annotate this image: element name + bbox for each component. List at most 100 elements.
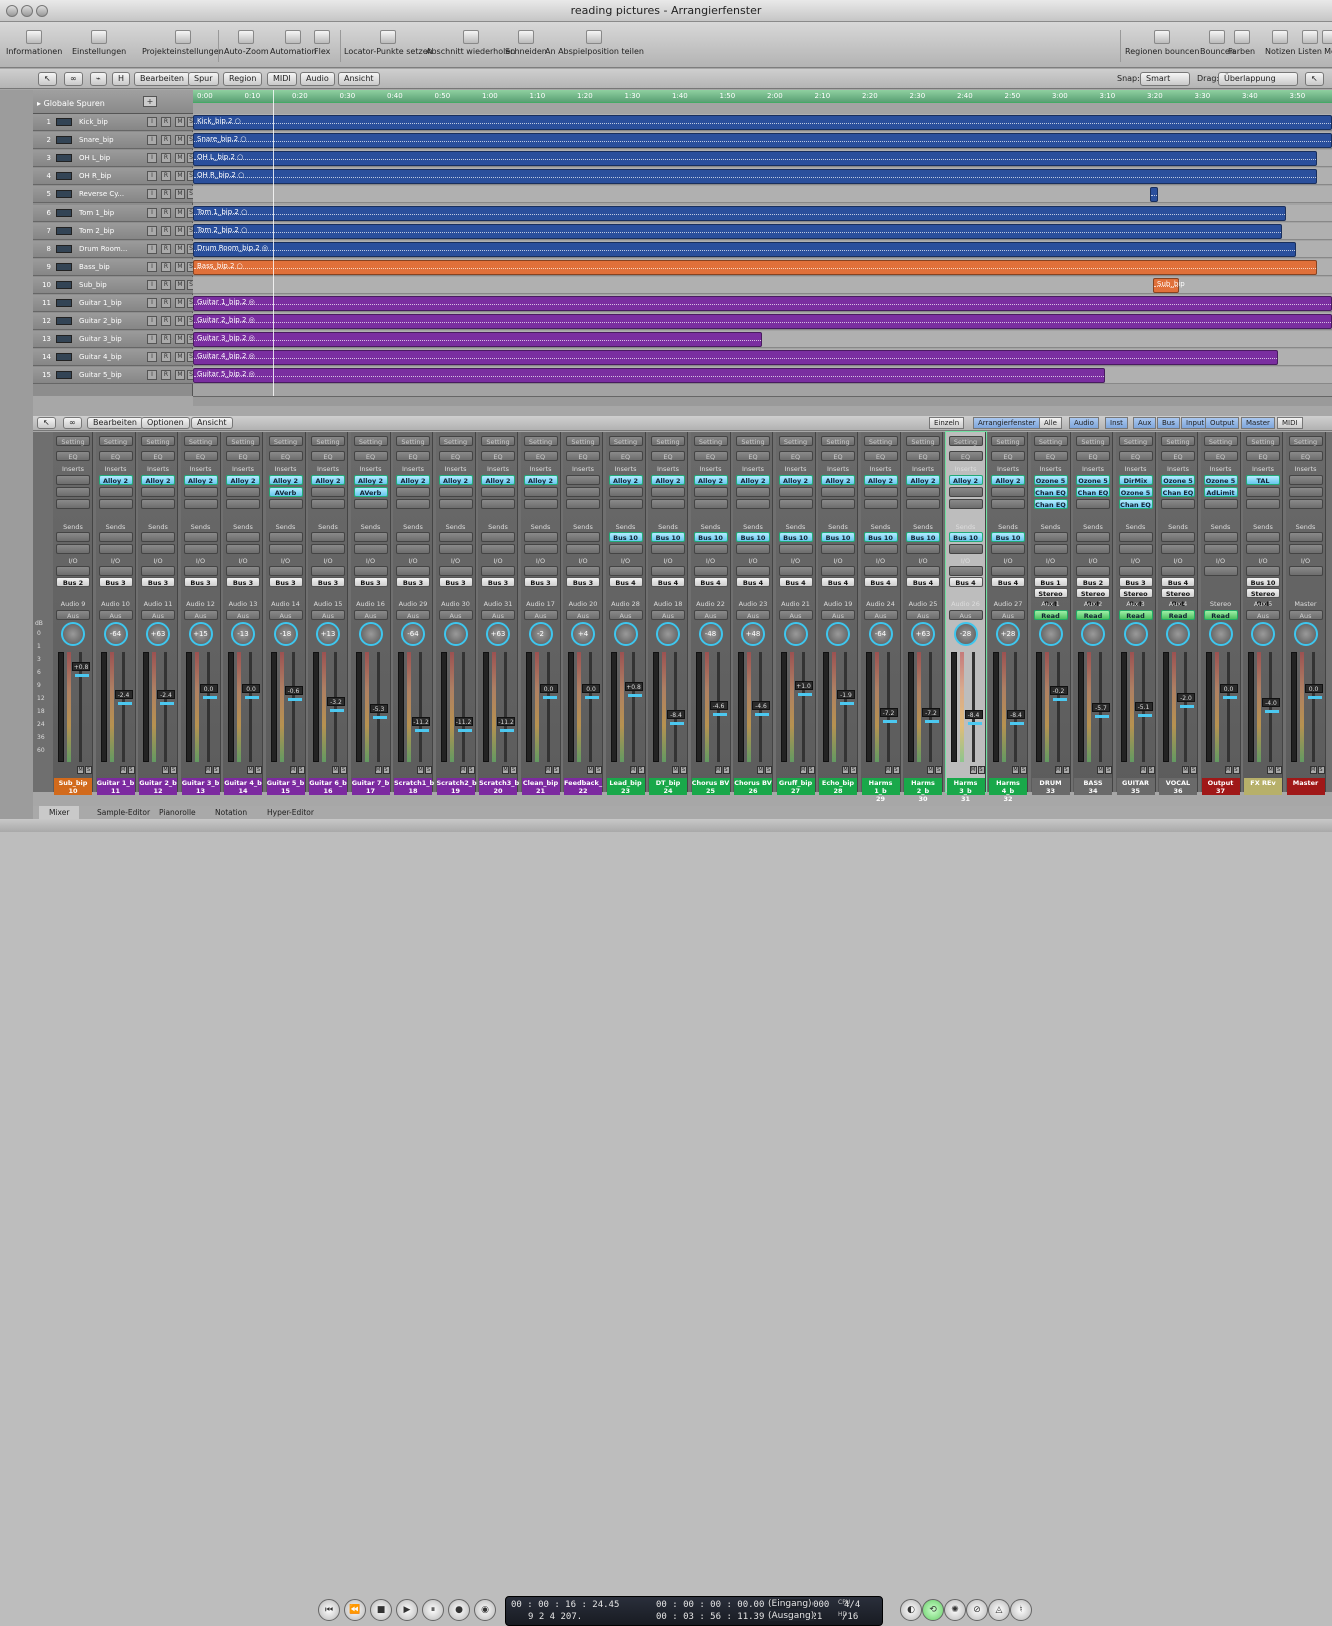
eq-display[interactable]: EQ [438,451,473,461]
eq-display[interactable]: EQ [1118,451,1153,461]
eq-display[interactable]: EQ [311,451,345,461]
pan-knob[interactable] [1251,622,1275,646]
insert-slot-3[interactable] [268,499,303,509]
eq-display[interactable]: EQ [353,451,388,461]
send-slot-2[interactable] [991,544,1025,554]
volume-fader-track[interactable] [801,652,805,762]
eq-display[interactable]: EQ [141,451,175,461]
volume-fader-cap[interactable] [372,715,387,719]
volume-fader-track[interactable] [929,652,932,762]
solo-button[interactable]: S [255,766,262,774]
track-lane[interactable]: Tom 2_bip.2 ○ [193,222,1332,240]
mute-button[interactable]: M [175,171,185,182]
stop-icon[interactable]: ■ [370,1599,392,1621]
toolbar-button-14[interactable]: Listen [1298,30,1322,56]
insert-slot-1[interactable]: Alloy 2 [863,475,898,485]
track-header[interactable]: 10 Sub_bip I R M S [33,276,195,294]
channel-name-label[interactable]: Harms 3_b 31 [946,778,985,803]
track-header[interactable]: 12 Guitar 2_bip I R M S [33,313,195,331]
send-slot-1[interactable] [1203,532,1238,542]
track-header[interactable]: 6 Tom 1_bip I R M S [33,204,195,222]
track-on-button[interactable]: I [147,352,157,363]
send-slot-1[interactable]: Bus 10 [863,532,898,542]
insert-slot-1[interactable]: Ozone 5 [1161,475,1195,485]
send-slot-1[interactable]: Bus 10 [693,532,728,542]
output-slot[interactable]: Bus 4 [906,577,940,587]
channel-strip[interactable]: Setting EQ Inserts Alloy 2 Sends Bus 10 I/O Bus… [860,432,901,803]
volume-fader-cap[interactable] [1180,704,1194,708]
track-header[interactable]: 2 Snare_bip I R M S [33,132,195,150]
pan-knob[interactable] [1208,622,1233,646]
record-enable-button[interactable]: R [161,243,171,254]
volume-fader-cap[interactable] [287,698,302,702]
filter-master[interactable]: Master [1241,417,1275,429]
eq-display[interactable]: EQ [1033,451,1068,461]
insert-slot-2[interactable] [396,487,430,497]
volume-fader-cap[interactable] [542,696,557,699]
output-slot[interactable]: Bus 4 [651,577,685,587]
send-slot-1[interactable] [1033,532,1068,542]
insert-slot-2[interactable] [183,487,218,497]
mute-button[interactable]: M [175,370,185,381]
solo-button[interactable]: S [297,766,305,774]
mute-button[interactable]: M [799,766,807,774]
insert-slot-3[interactable] [481,499,515,509]
volume-fader-track[interactable] [971,652,975,762]
audio-region[interactable]: Snare_bip.2 ○ [193,133,1332,149]
pan-knob[interactable] [1038,622,1063,646]
solo-button[interactable]: S [382,766,390,774]
toolbar-button-7[interactable]: Abschnitt wiederholen [426,30,515,56]
automation-mode[interactable]: Aus [141,610,175,620]
input-slot[interactable] [693,566,728,576]
eq-display[interactable]: EQ [693,451,728,461]
setting-button[interactable]: Setting [608,436,643,446]
insert-slot-1[interactable]: Alloy 2 [821,475,855,485]
setting-button[interactable]: Setting [141,436,175,446]
output-slot[interactable]: Bus 2 [1076,577,1110,587]
send-slot-2[interactable] [98,544,133,554]
insert-slot-1[interactable]: Alloy 2 [353,475,388,485]
menu-region[interactable]: Region [223,72,263,86]
output-slot[interactable]: Bus 4 [948,577,983,587]
insert-slot-2[interactable] [438,487,473,497]
toolbar-button-5[interactable]: Flex [314,30,330,56]
track-on-button[interactable]: I [147,135,157,146]
input-slot[interactable] [56,566,90,576]
toolbar-button-6[interactable]: Locator-Punkte setzen [344,30,433,56]
record-enable-button[interactable]: R [161,261,171,272]
send-slot-2[interactable] [1203,544,1238,554]
mute-button[interactable]: M [175,117,185,127]
send-slot-2[interactable] [1033,544,1068,554]
output-slot[interactable]: Bus 4 [736,577,770,587]
setting-button[interactable]: Setting [56,436,90,446]
mute-button[interactable]: M [587,766,594,774]
audio-region[interactable] [1150,187,1158,203]
automation-mode[interactable]: Read [1161,610,1195,620]
solo-icon[interactable]: ✺ [944,1599,966,1621]
volume-fader-track[interactable] [504,652,507,762]
menu-ansicht[interactable]: Ansicht [338,72,380,86]
pan-knob[interactable]: +48 [741,622,765,646]
track-header[interactable]: 15 Guitar 5_bip I R M S [33,367,195,385]
automation-mode[interactable]: Aus [311,610,345,620]
solo-button[interactable]: S [340,766,347,774]
setting-button[interactable]: Setting [906,436,940,446]
output-slot[interactable]: Bus 4 [1161,577,1195,587]
insert-slot-2[interactable] [56,487,90,497]
volume-fader-cap[interactable] [967,722,982,726]
eq-display[interactable]: EQ [821,451,855,461]
insert-slot-3[interactable] [438,499,473,509]
eq-display[interactable]: EQ [481,451,515,461]
setting-button[interactable]: Setting [991,436,1025,446]
channel-name-label[interactable]: Guitar 6_b 16 [309,778,347,795]
insert-slot-1[interactable]: Alloy 2 [98,475,133,485]
channel-name-label[interactable]: BASS 34 [1074,778,1112,795]
eq-display[interactable]: EQ [948,451,983,461]
track-header[interactable]: 14 Guitar 4_bip I R M S [33,349,195,367]
filter-midi[interactable]: MIDI [1277,417,1303,429]
track-header[interactable]: 5 Reverse Cy... I R M S [33,186,195,204]
pan-knob[interactable] [61,622,85,646]
volume-fader-cap[interactable] [75,674,89,677]
pan-knob[interactable]: -13 [231,622,255,646]
mute-button[interactable]: M [1267,766,1274,774]
